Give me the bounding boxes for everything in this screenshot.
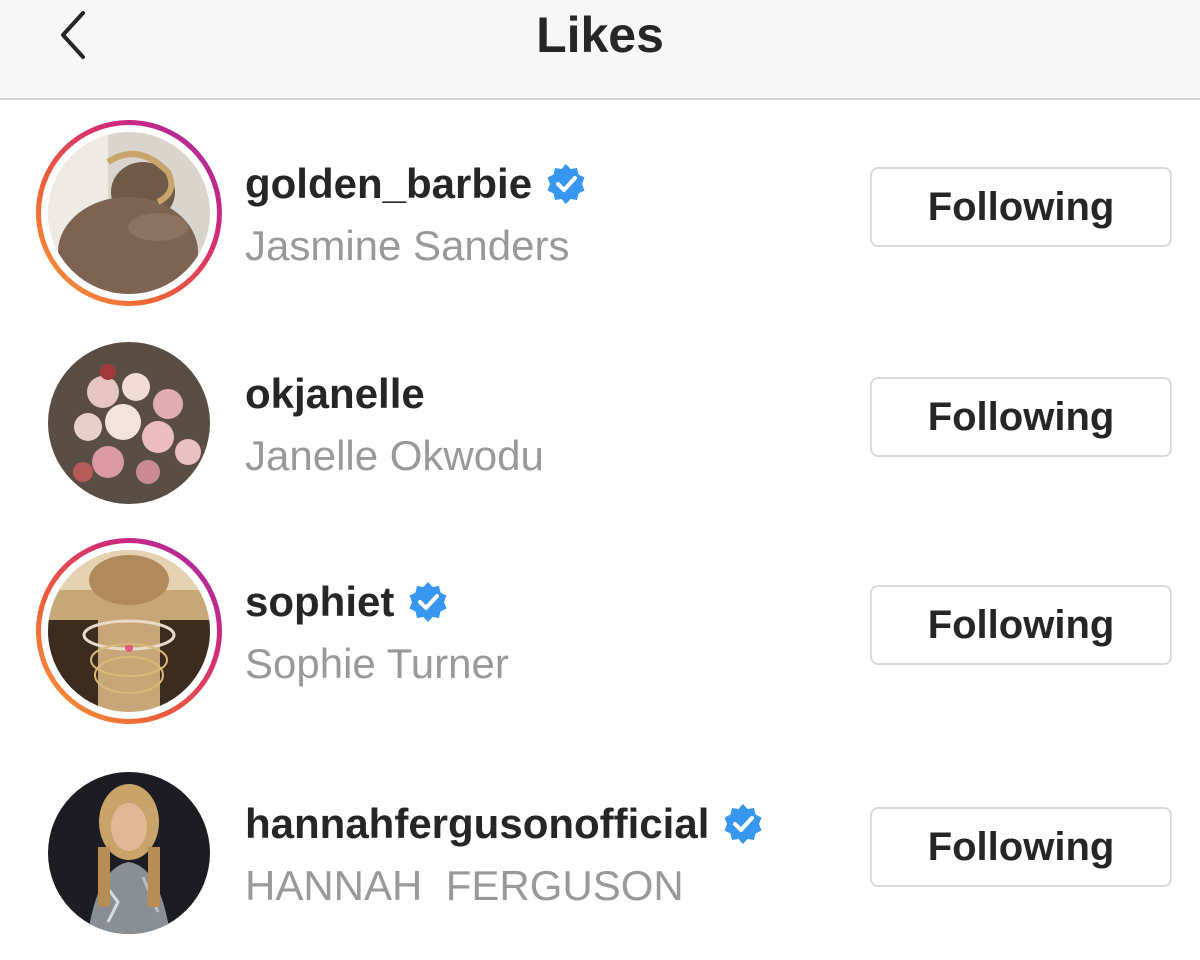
list-item: hannahfergusonofficial HANNAH FERGUSON F… [0, 760, 1200, 960]
avatar-wrapper[interactable] [36, 760, 222, 946]
full-name: Jasmine Sanders [245, 222, 570, 269]
avatar [48, 772, 210, 934]
username-text: okjanelle [245, 370, 425, 417]
verified-badge-icon [547, 164, 585, 204]
username-text: hannahfergusonofficial [245, 800, 710, 847]
list-item: okjanelle Janelle Okwodu Following [0, 330, 1200, 530]
following-button[interactable]: Following [870, 807, 1172, 887]
avatar [48, 342, 210, 504]
username-link[interactable]: golden_barbie [245, 160, 588, 208]
top-nav-bar: Likes [0, 0, 1200, 100]
username-link[interactable]: hannahfergusonofficial [245, 800, 765, 848]
verified-badge-icon [724, 804, 762, 844]
chevron-left-icon [61, 11, 85, 59]
following-button[interactable]: Following [870, 167, 1172, 247]
following-button[interactable]: Following [870, 585, 1172, 665]
username-text: sophiet [245, 578, 395, 625]
list-item: golden_barbie Jasmine Sanders Following [0, 120, 1200, 320]
avatar-wrapper[interactable] [36, 330, 222, 516]
username-text: golden_barbie [245, 160, 533, 207]
full-name: Janelle Okwodu [245, 432, 544, 479]
list-item: sophiet Sophie Turner Following [0, 538, 1200, 738]
username-link[interactable]: okjanelle [245, 370, 425, 418]
avatar-story-ring[interactable] [36, 120, 222, 306]
page-title: Likes [536, 7, 664, 63]
following-button[interactable]: Following [870, 377, 1172, 457]
username-link[interactable]: sophiet [245, 578, 450, 626]
back-button[interactable] [40, 0, 110, 70]
full-name: Sophie Turner [245, 640, 509, 687]
avatar [48, 550, 210, 712]
avatar [48, 132, 210, 294]
avatar-story-ring[interactable] [36, 538, 222, 724]
full-name: HANNAH FERGUSON [245, 862, 684, 909]
verified-badge-icon [409, 582, 447, 622]
